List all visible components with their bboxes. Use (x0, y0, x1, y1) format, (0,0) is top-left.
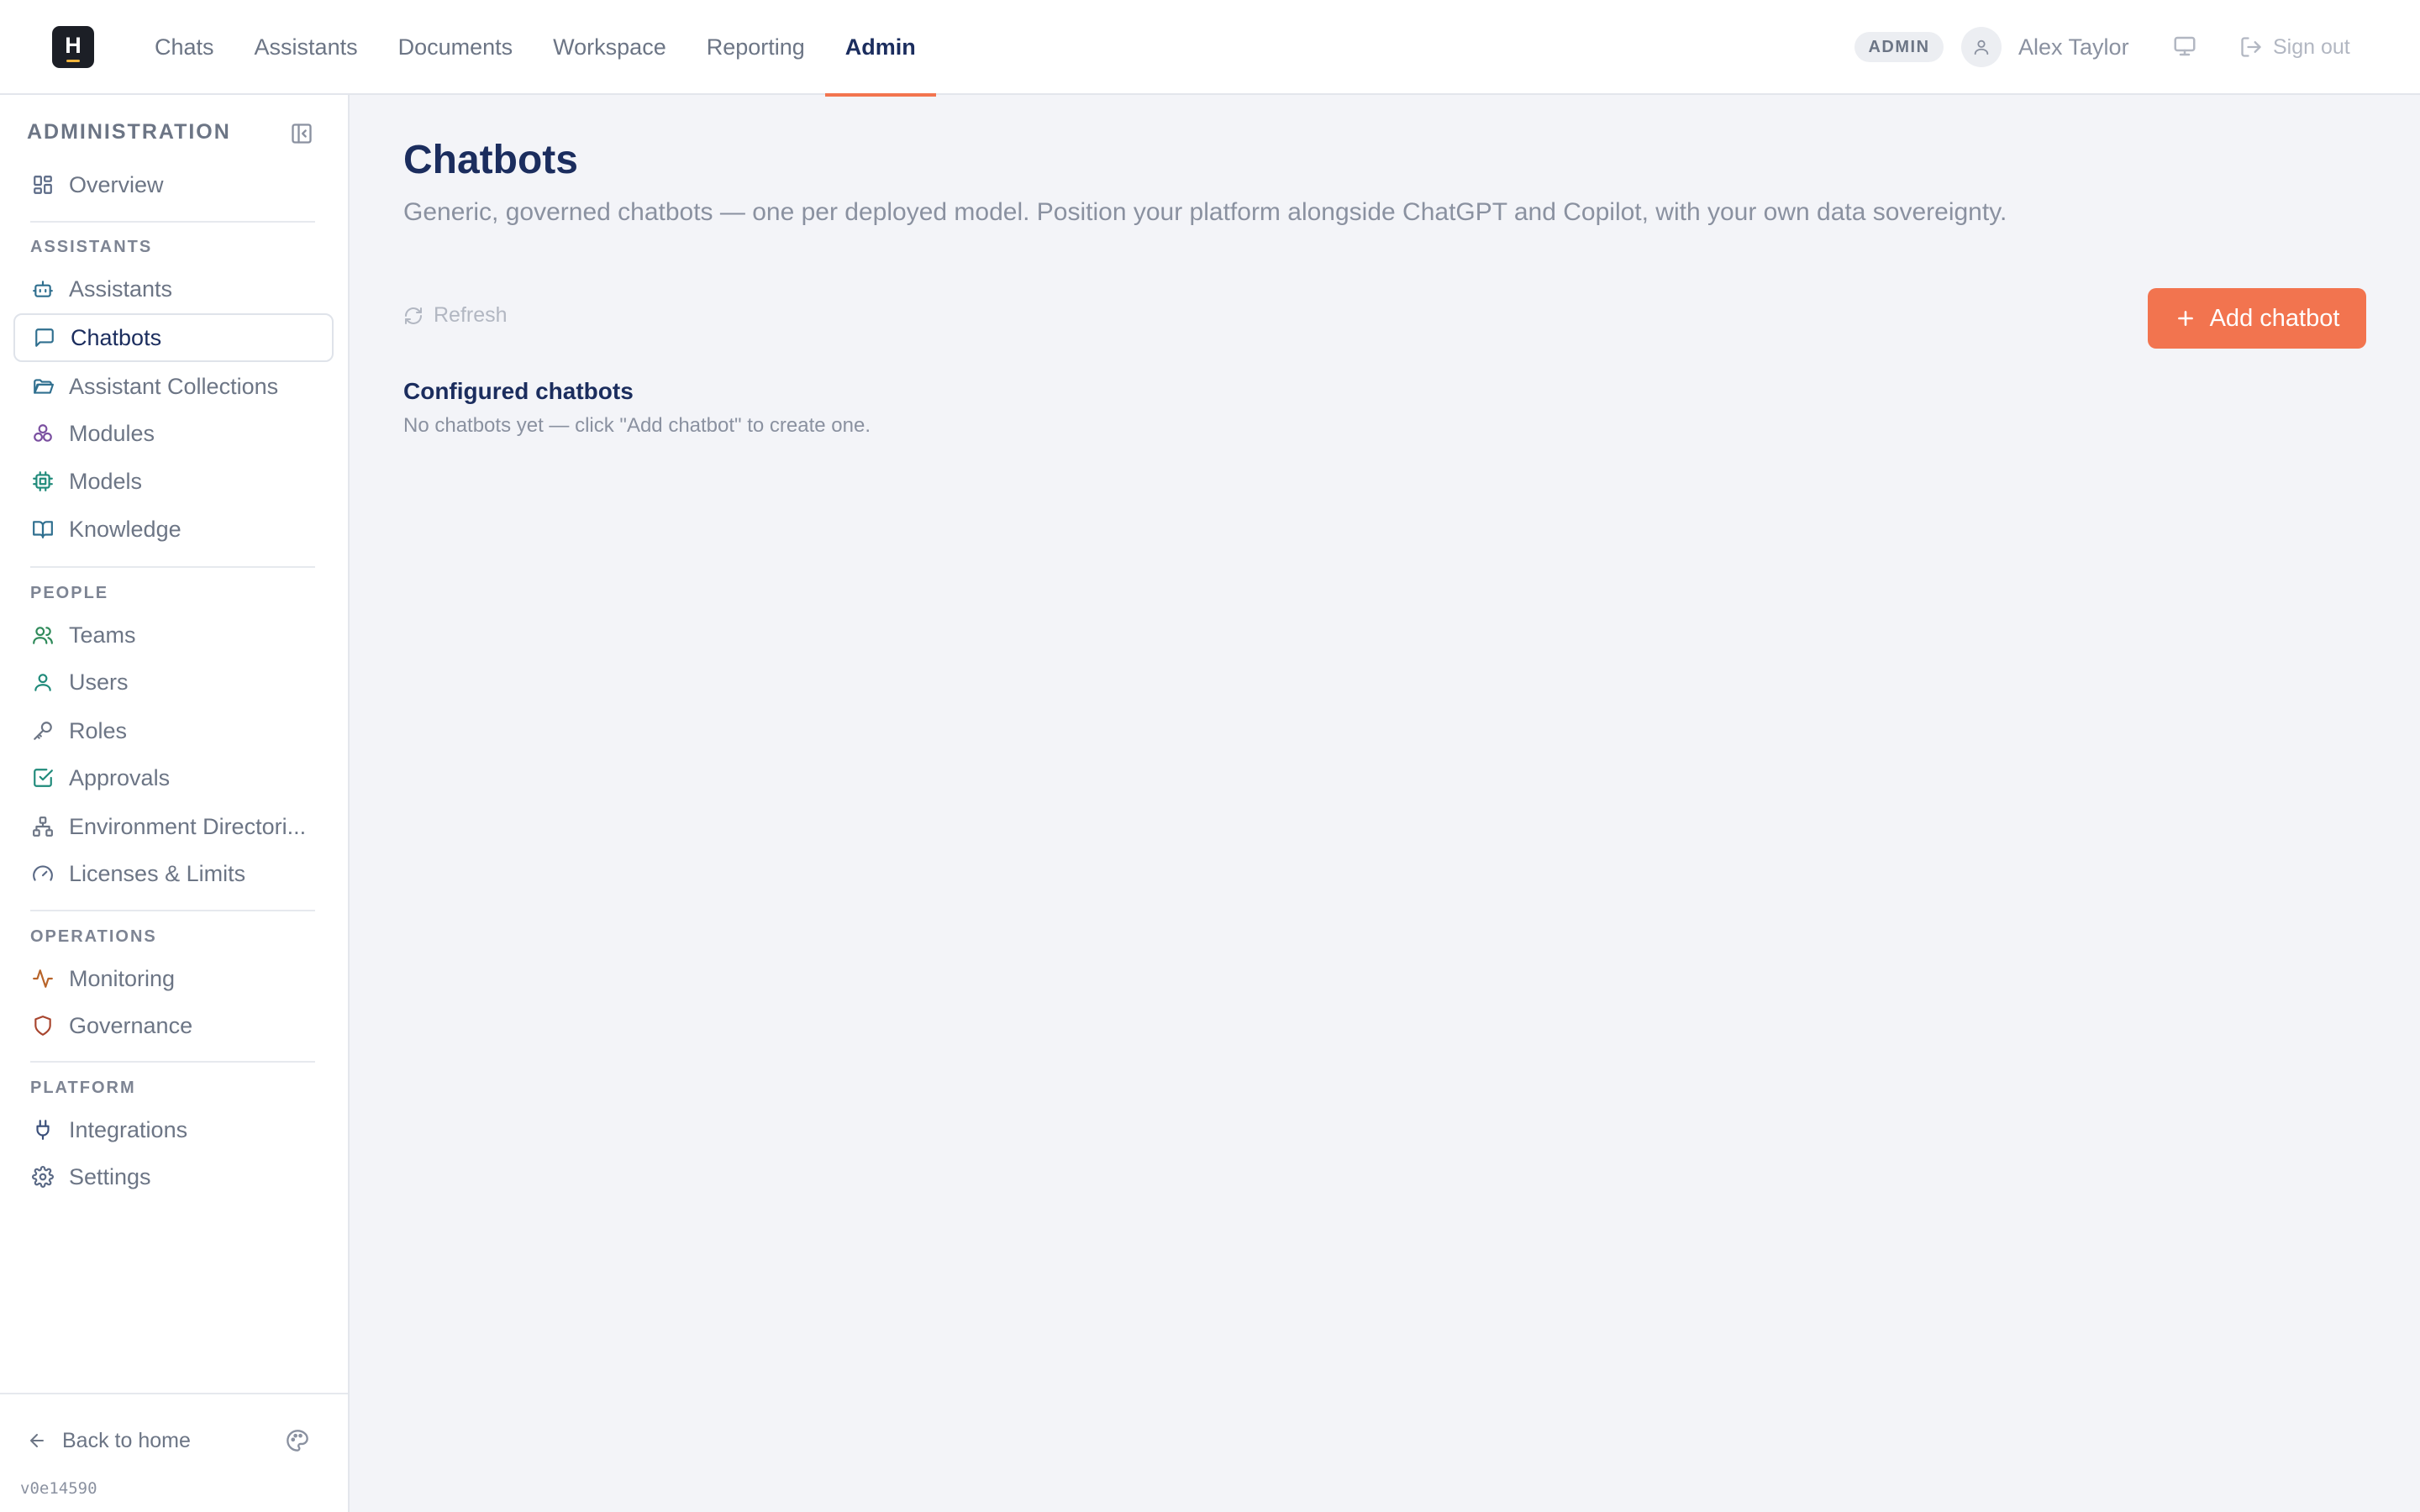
sidebar-item-label: Integrations (69, 1116, 188, 1142)
role-badge: ADMIN (1854, 32, 1944, 62)
back-to-home-label: Back to home (62, 1428, 191, 1452)
sidebar-item-label: Knowledge (69, 516, 182, 542)
sidebar-item-licenses-limits[interactable]: Licenses & Limits (13, 849, 334, 898)
activity-icon (32, 968, 54, 990)
avatar[interactable] (1961, 27, 2002, 67)
admin-sidebar: ADMINISTRATION Overview ASSISTANTS Assis… (0, 95, 350, 1512)
sidebar-item-label: Users (69, 669, 129, 695)
refresh-icon (403, 306, 424, 326)
section-heading-platform: PLATFORM (30, 1079, 136, 1097)
top-bar: H Chats Assistants Documents Workspace R… (0, 0, 2420, 97)
folder-open-icon (32, 375, 54, 397)
nav-tab-admin[interactable]: Admin (824, 0, 936, 97)
refresh-label: Refresh (434, 303, 508, 327)
plug-icon (32, 1119, 54, 1141)
nav-tab-assistants[interactable]: Assistants (234, 0, 378, 95)
page-subtitle: Generic, governed chatbots — one per dep… (403, 198, 2007, 226)
sidebar-title: ADMINISTRATION (27, 120, 231, 144)
sidebar-item-modules[interactable]: Modules (13, 409, 334, 458)
sidebar-item-label: Models (69, 468, 143, 494)
modules-icon (32, 423, 54, 444)
check-square-icon (32, 767, 54, 789)
sidebar-item-users[interactable]: Users (13, 658, 334, 706)
back-to-home-link[interactable]: Back to home (27, 1415, 191, 1466)
nav-tab-documents[interactable]: Documents (378, 0, 534, 95)
main-nav: Chats Assistants Documents Workspace Rep… (134, 0, 936, 97)
sidebar-item-label: Overview (69, 171, 164, 197)
version-label: v0e14590 (20, 1479, 97, 1498)
app-logo[interactable]: H (52, 26, 94, 68)
sidebar-divider (30, 910, 315, 911)
sidebar-item-settings[interactable]: Settings (13, 1152, 334, 1201)
key-icon (32, 720, 54, 742)
sidebar-item-monitoring[interactable]: Monitoring (13, 954, 334, 1003)
sidebar-item-label: Modules (69, 420, 155, 446)
sidebar-item-governance[interactable]: Governance (13, 1001, 334, 1050)
sidebar-item-approvals[interactable]: Approvals (13, 753, 334, 802)
sidebar-item-label: Environment Directori... (69, 813, 307, 839)
sidebar-item-label: Approvals (69, 764, 171, 790)
add-chatbot-button[interactable]: Add chatbot (2148, 288, 2366, 349)
sidebar-item-label: Licenses & Limits (69, 860, 246, 886)
users-icon (32, 624, 54, 646)
sidebar-divider (30, 566, 315, 568)
sidebar-item-roles[interactable]: Roles (13, 706, 334, 755)
sidebar-item-overview[interactable]: Overview (13, 160, 334, 209)
configured-chatbots-heading: Configured chatbots (403, 378, 634, 404)
sidebar-item-label: Monitoring (69, 965, 176, 991)
book-icon (32, 518, 54, 540)
monitor-icon[interactable] (2172, 34, 2197, 59)
sidebar-item-teams[interactable]: Teams (13, 611, 334, 659)
sidebar-item-label: Assistant Collections (69, 373, 279, 399)
sign-out-button[interactable]: Sign out (2239, 30, 2350, 64)
add-chatbot-label: Add chatbot (2209, 304, 2340, 332)
user-name[interactable]: Alex Taylor (2018, 32, 2129, 62)
sidebar-collapse-icon[interactable] (290, 122, 313, 145)
shield-icon (32, 1015, 54, 1037)
sidebar-item-chatbots[interactable]: Chatbots (13, 313, 334, 362)
log-out-icon (2239, 35, 2263, 59)
page-title: Chatbots (403, 138, 578, 182)
gear-icon (32, 1166, 54, 1188)
sidebar-item-label: Teams (69, 622, 136, 648)
empty-state-message: No chatbots yet — click "Add chatbot" to… (403, 414, 871, 437)
sidebar-item-label: Assistants (69, 276, 173, 302)
sign-out-label: Sign out (2273, 34, 2350, 59)
cpu-icon (32, 470, 54, 492)
section-heading-people: PEOPLE (30, 584, 109, 602)
sidebar-item-label: Roles (69, 717, 128, 743)
sidebar-item-assistants[interactable]: Assistants (13, 265, 334, 313)
user-icon (1972, 38, 1991, 56)
palette-icon[interactable] (286, 1429, 309, 1452)
sidebar-item-label: Settings (69, 1163, 151, 1189)
nav-tab-reporting[interactable]: Reporting (687, 0, 825, 95)
sidebar-item-assistant-collections[interactable]: Assistant Collections (13, 362, 334, 411)
sidebar-item-label: Governance (69, 1012, 193, 1038)
refresh-button[interactable]: Refresh (403, 303, 508, 328)
logo-letter: H (65, 33, 82, 62)
sidebar-item-knowledge[interactable]: Knowledge (13, 505, 334, 554)
sidebar-item-environment-directories[interactable]: Environment Directori... (13, 802, 334, 851)
sidebar-footer-divider (0, 1393, 348, 1394)
user-icon (32, 671, 54, 693)
message-square-icon (34, 327, 55, 349)
bot-icon (32, 278, 54, 300)
section-heading-assistants: ASSISTANTS (30, 238, 153, 256)
section-heading-operations: OPERATIONS (30, 927, 157, 946)
main-content: Chatbots Generic, governed chatbots — on… (350, 95, 2420, 1512)
nav-tab-workspace[interactable]: Workspace (533, 0, 687, 95)
sidebar-item-label: Chatbots (71, 324, 162, 350)
sidebar-item-integrations[interactable]: Integrations (13, 1105, 334, 1154)
network-icon (32, 816, 54, 837)
sidebar-item-models[interactable]: Models (13, 457, 334, 506)
grid-icon (32, 174, 54, 196)
nav-tab-chats[interactable]: Chats (134, 0, 234, 95)
arrow-left-icon (27, 1431, 47, 1451)
gauge-icon (32, 863, 54, 885)
sidebar-divider (30, 221, 315, 223)
sidebar-divider (30, 1061, 315, 1063)
plus-icon (2175, 307, 2196, 329)
